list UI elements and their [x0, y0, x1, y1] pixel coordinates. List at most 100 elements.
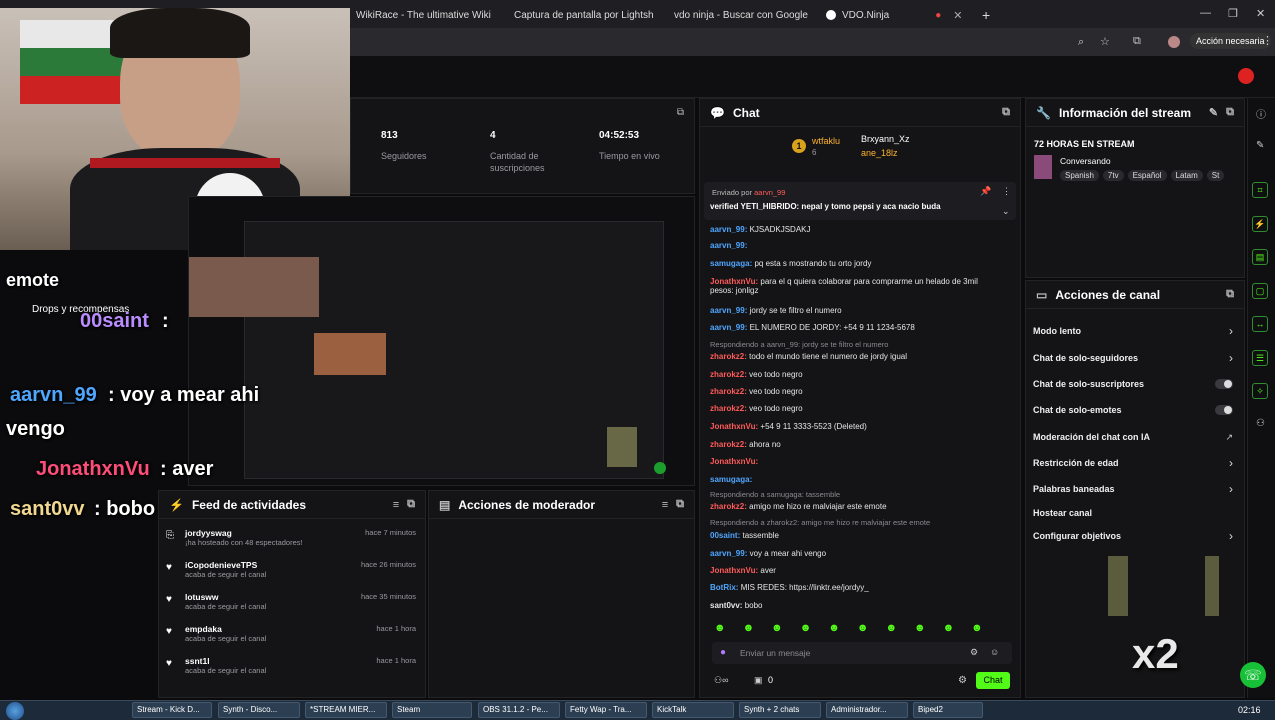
chat-message[interactable]: zharokz2: ahora no [710, 440, 781, 449]
chat-settings-icon[interactable]: ⚙ [958, 675, 967, 686]
users-icon[interactable]: ⚇ [1256, 418, 1265, 429]
edit-icon[interactable]: ✎ [1209, 106, 1218, 119]
chat-message[interactable]: samugaga: [710, 475, 752, 484]
document-icon[interactable]: ▤ [1252, 249, 1268, 265]
chat-username[interactable]: zharokz2: [710, 370, 747, 379]
chat-message[interactable]: Respondiendo a aarvn_99: jordy se te fil… [710, 340, 888, 349]
taskbar-item[interactable]: Synth + 2 chats [739, 702, 821, 718]
list-item[interactable]: ⎘ jordyyswag ¡ha hosteado con 48 especta… [166, 528, 416, 547]
channel-action-item[interactable]: Chat de solo-seguidores › [1033, 351, 1233, 365]
channel-action-item[interactable]: Chat de solo-emotes [1033, 404, 1233, 416]
settings-icon[interactable]: ⚙ [970, 647, 978, 658]
taskbar-item[interactable]: Steam [392, 702, 472, 718]
action-needed-button[interactable]: Acción necesaria [1190, 33, 1271, 49]
chat-message[interactable]: Respondiendo a samugaga: tassemble [710, 490, 840, 499]
zoom-icon[interactable]: ⌕ [1078, 36, 1084, 49]
popout-icon[interactable]: ⧉ [677, 107, 684, 118]
tab-wikirace[interactable]: WikiRace - The ultimative Wiki✕ [350, 4, 500, 26]
chat-message[interactable]: aarvn_99: [710, 241, 747, 250]
tag[interactable]: Latam [1170, 170, 1203, 181]
window-close-icon[interactable]: ✕ [1256, 7, 1265, 20]
taskbar-item[interactable]: Biped2 [913, 702, 983, 718]
chat-message[interactable]: JonathxnVu: para el q quiera colaborar p… [710, 277, 978, 286]
chat-username[interactable]: sant0vv: [710, 601, 742, 610]
chat-send-button[interactable]: Chat [976, 672, 1010, 689]
chat-username[interactable]: zharokz2: [710, 352, 747, 361]
list-item[interactable]: ♥ lotusww acaba de seguir el canal hace … [166, 592, 416, 611]
chat-username[interactable]: samugaga: [710, 259, 752, 268]
mic-icon[interactable]: ● [720, 647, 726, 658]
channel-action-item[interactable]: Moderación del chat con IA ↗ [1033, 431, 1233, 443]
chat-message[interactable]: samugaga: pq esta s mostrando tu orto jo… [710, 259, 871, 268]
new-tab-button[interactable]: + [982, 4, 996, 26]
info-icon[interactable]: ⓘ [1256, 106, 1266, 121]
chat-username[interactable]: aarvn_99: [710, 241, 747, 250]
filter-icon[interactable]: ≡ [662, 499, 668, 511]
pin-icon[interactable]: 📌 [980, 186, 991, 197]
chat-username[interactable]: zharokz2: [710, 502, 747, 511]
tag[interactable]: 7tv [1102, 170, 1124, 181]
taskbar-item[interactable]: Administrador... [826, 702, 908, 718]
chat-username[interactable]: zharokz2: [710, 404, 747, 413]
kebab-menu-icon[interactable]: ⋮ [1262, 34, 1273, 47]
list-item[interactable]: ♥ empdaka acaba de seguir el canal hace … [166, 624, 416, 643]
emoji-icon[interactable]: ☺ [990, 647, 999, 657]
chat-message[interactable]: zharokz2: veo todo negro [710, 404, 803, 413]
wrench-icon[interactable]: ✧ [1252, 383, 1268, 399]
chat-icon[interactable]: ▢ [1252, 283, 1268, 299]
chat-message[interactable]: Respondiendo a zharokz2: amigo me hizo r… [710, 518, 930, 527]
channel-action-item[interactable]: Hostear canal [1033, 507, 1233, 519]
chat-username[interactable]: aarvn_99: [710, 323, 747, 332]
chat-message[interactable]: aarvn_99: jordy se te filtro el numero [710, 306, 842, 315]
chat-username[interactable]: JonathxnVu: [710, 457, 758, 466]
tab-lightshot[interactable]: Captura de pantalla por Lightsh✕ [508, 4, 658, 26]
start-button[interactable] [6, 702, 24, 720]
tag[interactable]: Español [1127, 170, 1167, 181]
chat-username[interactable]: 00saint: [710, 531, 740, 540]
chat-message[interactable]: JonathxnVu: aver [710, 566, 776, 575]
popout-icon[interactable]: ⧉ [1226, 288, 1234, 301]
kebab-menu-icon[interactable]: ⋮ [1002, 186, 1011, 197]
chat-username[interactable]: aarvn_99: [710, 225, 747, 234]
chat-message[interactable]: 00saint: tassemble [710, 531, 779, 540]
chevron-right-icon[interactable]: › [1229, 529, 1233, 543]
taskbar-item[interactable]: Stream - Kick D... [132, 702, 212, 718]
popout-icon[interactable]: ⧉ [407, 498, 415, 511]
taskbar-item[interactable]: Fetty Wap - Tra... [565, 702, 647, 718]
chat-username[interactable]: JonathxnVu: [710, 277, 758, 286]
toggle-switch[interactable] [1215, 405, 1233, 415]
chat-username[interactable]: aarvn_99: [710, 306, 747, 315]
chat-username[interactable]: JonathxnVu: [710, 566, 758, 575]
pencil-icon[interactable]: ✎ [1256, 140, 1264, 151]
star-icon[interactable]: ☆ [1100, 35, 1110, 48]
list-item[interactable]: ♥ iCopodenieveTPS acaba de seguir el can… [166, 560, 416, 579]
chat-message[interactable]: zharokz2: veo todo negro [710, 370, 803, 379]
popout-icon[interactable]: ⧉ [1226, 106, 1234, 119]
chat-message[interactable]: aarvn_99: voy a mear ahi vengo [710, 549, 826, 558]
maximize-icon[interactable]: ❐ [1228, 7, 1238, 20]
top-user-1[interactable]: wtfaklu [812, 136, 840, 146]
minimize-icon[interactable]: — [1200, 7, 1211, 19]
chat-message[interactable]: aarvn_99: KJSADKJSDAKJ [710, 225, 811, 234]
popout-icon[interactable]: ⧉ [676, 498, 684, 511]
chevron-down-icon[interactable]: ⌄ [1002, 206, 1010, 217]
chat-message[interactable]: zharokz2: veo todo negro [710, 387, 803, 396]
taskbar-item[interactable]: KickTalk [652, 702, 734, 718]
external-link-icon[interactable]: ↗ [1225, 432, 1233, 443]
toggle-switch[interactable] [1215, 379, 1233, 389]
top-user-3[interactable]: ane_18lz [861, 148, 898, 158]
chat-message[interactable]: JonathxnVu: +54 9 11 3333-5523 (Deleted) [710, 422, 867, 431]
chat-username[interactable]: zharokz2: [710, 387, 747, 396]
channel-action-item[interactable]: Palabras baneadas › [1033, 482, 1233, 496]
taskbar-item[interactable]: Synth - Disco... [218, 702, 300, 718]
tag[interactable]: Spanish [1060, 170, 1099, 181]
chevron-right-icon[interactable]: › [1229, 482, 1233, 496]
profile-avatar[interactable] [1168, 36, 1180, 48]
list-icon[interactable]: ☰ [1252, 350, 1268, 366]
top-user-2[interactable]: Brxyann_Xz [861, 134, 910, 144]
channel-action-item[interactable]: Restricción de edad › [1033, 456, 1233, 470]
chat-username[interactable]: BotRix: [710, 583, 738, 592]
popout-icon[interactable]: ⧉ [1002, 106, 1010, 119]
user-avatar[interactable] [1238, 68, 1254, 84]
chat-username[interactable]: samugaga: [710, 475, 752, 484]
